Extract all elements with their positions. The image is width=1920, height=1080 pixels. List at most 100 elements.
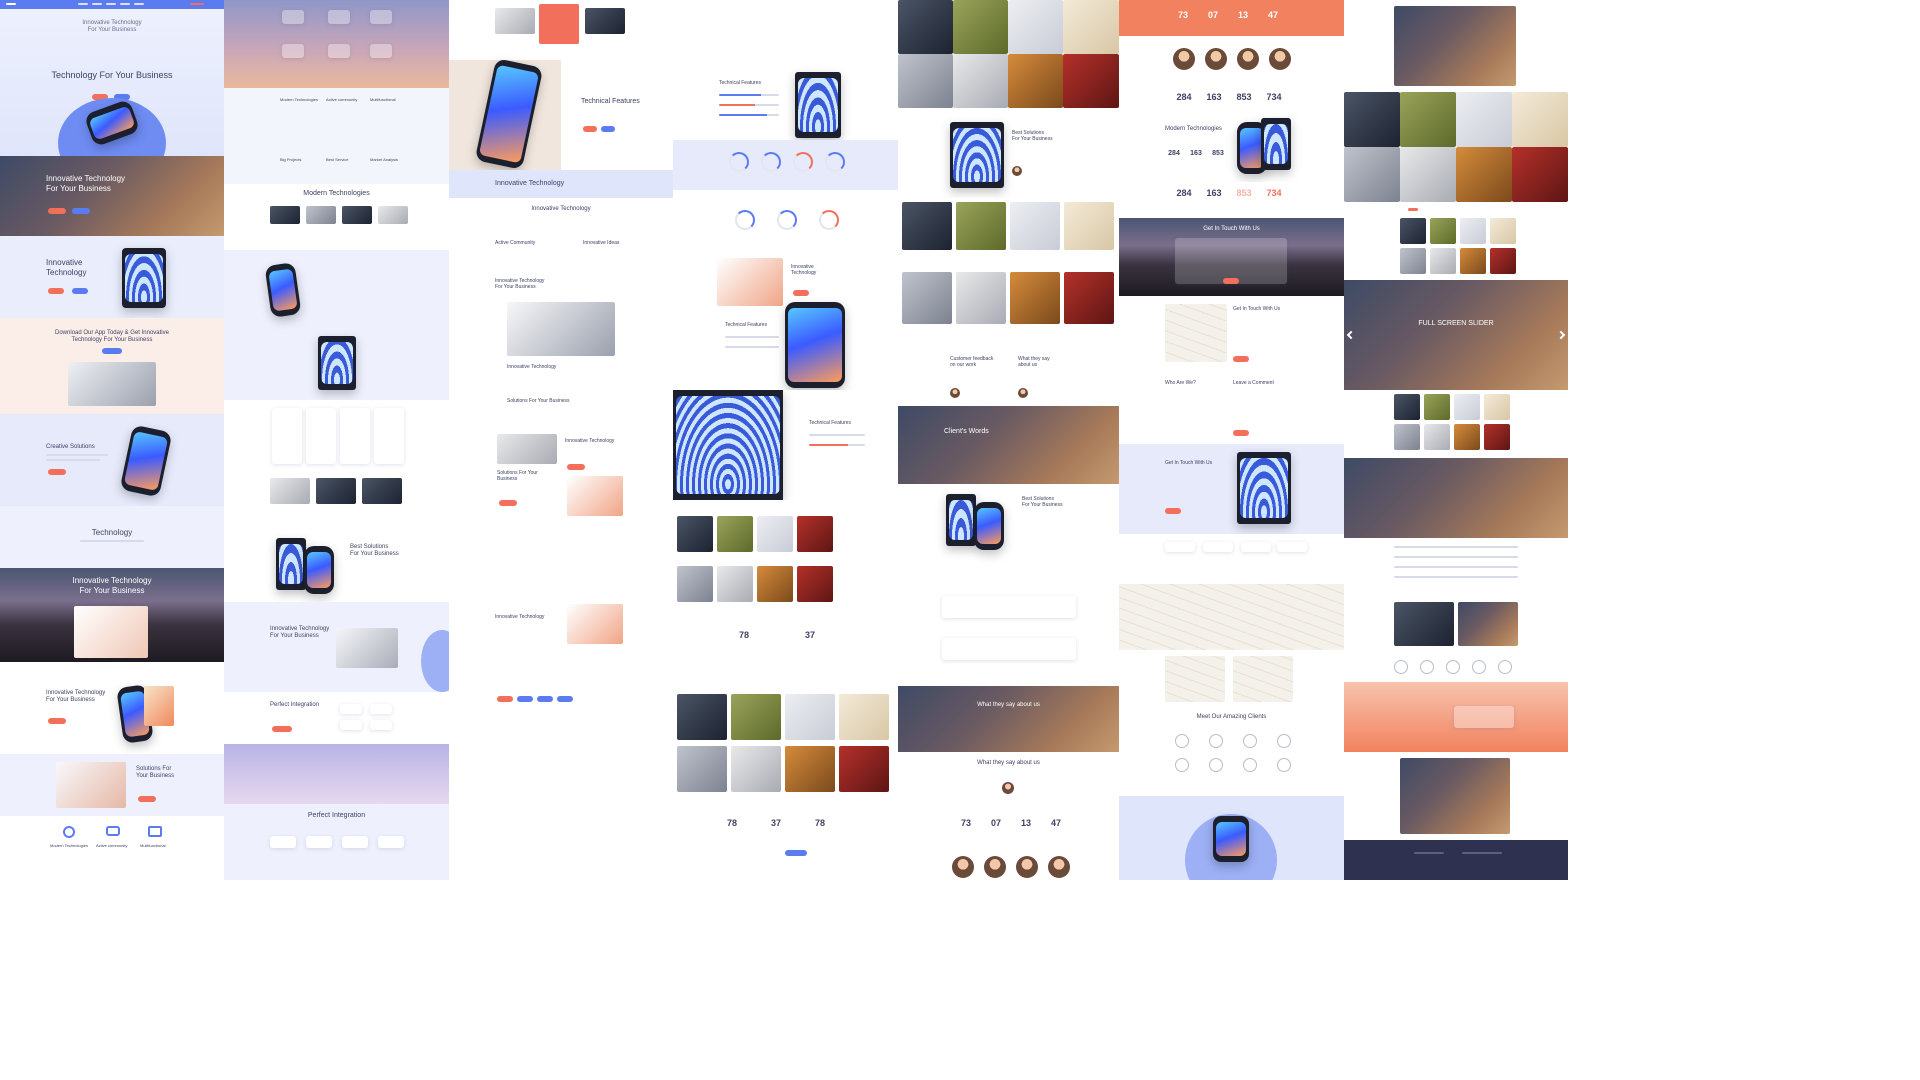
social-card-1[interactable] — [1165, 542, 1195, 552]
watch-image — [1213, 816, 1249, 862]
logo7-4 — [1472, 660, 1486, 674]
stats-button[interactable] — [785, 850, 807, 856]
tech-button-2[interactable] — [72, 288, 88, 294]
ring-5 — [735, 210, 755, 230]
technology-section: Technology — [0, 506, 224, 568]
product7-1 — [1344, 92, 1400, 147]
touch-button-3[interactable] — [1165, 508, 1181, 514]
clients-section: Client's Words — [898, 406, 1119, 484]
tab-button-2[interactable] — [517, 696, 533, 702]
modern-image-4 — [378, 206, 408, 224]
integration-card-4[interactable] — [370, 720, 392, 730]
shop5-image-6 — [956, 272, 1006, 324]
integration2-card-1[interactable] — [270, 836, 296, 848]
tab-button-4[interactable] — [557, 696, 573, 702]
features-button-2[interactable] — [601, 126, 615, 132]
hero-thumb-3 — [585, 8, 625, 34]
shop2-image-7 — [785, 746, 835, 792]
column-7: FULL SCREEN SLIDER — [1344, 0, 1568, 1080]
it-right-button[interactable] — [567, 464, 585, 470]
perfect2-section: Perfect Integration — [224, 804, 449, 880]
it-button[interactable] — [48, 718, 66, 724]
it-button-4[interactable] — [793, 290, 809, 296]
slider-next-icon[interactable] — [1556, 330, 1566, 340]
modern-image-1 — [270, 206, 300, 224]
stat-1: 78 — [738, 630, 749, 640]
download-button[interactable] — [102, 348, 122, 354]
gallery-image-3 — [362, 478, 402, 504]
touch-button-2[interactable] — [1233, 356, 1249, 362]
tech-features-title-4c: Technical Features — [809, 420, 851, 426]
shop2-image-1 — [677, 694, 727, 740]
product7-8 — [1512, 147, 1568, 202]
team-avatar-2 — [984, 856, 1006, 878]
tech-features-title-4: Technical Features — [719, 80, 761, 86]
team-card-2 — [306, 408, 336, 464]
solutions-title-3: Solutions For Your Business — [507, 398, 570, 404]
phone-4 — [785, 302, 845, 388]
tab-button-1[interactable] — [497, 696, 513, 702]
ring-4 — [825, 152, 845, 172]
shop2-image-4 — [839, 694, 889, 740]
it-small-title: Innovative Technology — [507, 364, 557, 370]
client-logo-4 — [1277, 734, 1291, 748]
logo7-3 — [1446, 660, 1460, 674]
modern-section-6: Modern Technologies 284 163 853 — [1119, 116, 1344, 182]
product7-7 — [1456, 147, 1512, 202]
modern-image-2 — [306, 206, 336, 224]
best-phone — [276, 538, 306, 590]
sol-button[interactable] — [499, 500, 517, 506]
ring-1 — [729, 152, 749, 172]
progress-3 — [719, 114, 779, 116]
table-row-1 — [1394, 546, 1518, 548]
monitor-icon — [148, 826, 162, 837]
touch-button[interactable] — [1223, 278, 1239, 284]
map-small-1 — [1165, 656, 1225, 702]
it-image-3 — [507, 302, 615, 356]
integration-card-3[interactable] — [340, 720, 362, 730]
shop2-image-2 — [731, 694, 781, 740]
product7-3 — [1456, 92, 1512, 147]
integration-card-2[interactable] — [370, 704, 392, 714]
solutions-button[interactable] — [138, 796, 156, 802]
products-section-7 — [1344, 92, 1568, 202]
shop-section-2 — [673, 690, 898, 810]
filter-image-6 — [1430, 248, 1456, 274]
ideas-title: Innovative Ideas — [583, 240, 620, 246]
best-title-5: Best Solutions For Your Business — [1012, 130, 1053, 142]
phone-image — [264, 262, 302, 318]
social-card-2[interactable] — [1203, 542, 1233, 552]
tech-button[interactable] — [48, 288, 64, 294]
it-image-4 — [717, 258, 783, 306]
laptop-button[interactable] — [48, 208, 66, 214]
comment-button[interactable] — [1233, 430, 1249, 436]
integration2-card-4[interactable] — [378, 836, 404, 848]
modern-phone-6b — [1261, 118, 1291, 170]
social-card-3[interactable] — [1241, 542, 1271, 552]
integration2-card-2[interactable] — [306, 836, 332, 848]
feature-label-4: Big Projects — [280, 157, 302, 162]
ring-6 — [777, 210, 797, 230]
slider-title: FULL SCREEN SLIDER — [1418, 320, 1494, 327]
testimonial-card-2 — [942, 638, 1076, 660]
touch-title-2: Get In Touch With Us — [1233, 306, 1281, 312]
it-business-title: Innovative Technology For Your Business — [270, 626, 330, 640]
slider-prev-icon[interactable] — [1346, 330, 1356, 340]
social-card-4[interactable] — [1277, 542, 1307, 552]
photo7-1 — [1394, 602, 1454, 646]
perfect-button[interactable] — [272, 726, 292, 732]
logo7-5 — [1498, 660, 1512, 674]
tab-button-3[interactable] — [537, 696, 553, 702]
integration2-card-3[interactable] — [342, 836, 368, 848]
integration-card-1[interactable] — [340, 704, 362, 714]
creative-button[interactable] — [48, 469, 66, 475]
filter-all[interactable] — [1408, 208, 1418, 211]
sky-card-3 — [370, 10, 392, 24]
laptop-button-2[interactable] — [72, 208, 90, 214]
nav-bar[interactable] — [0, 0, 224, 9]
gallery-image-1 — [270, 478, 310, 504]
shop-section-5 — [898, 198, 1119, 348]
features-button[interactable] — [583, 126, 597, 132]
rings-section — [673, 140, 898, 190]
table-section — [1344, 538, 1568, 598]
